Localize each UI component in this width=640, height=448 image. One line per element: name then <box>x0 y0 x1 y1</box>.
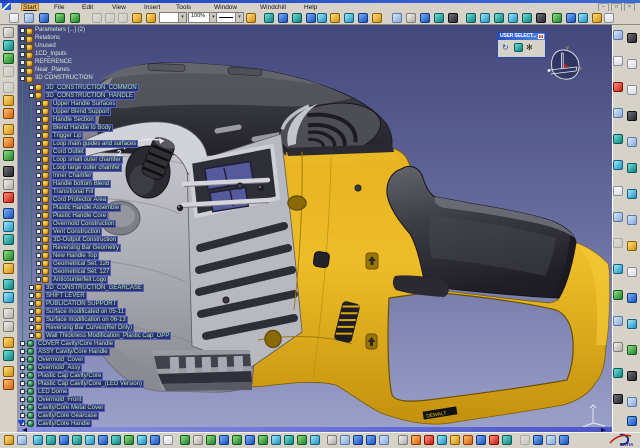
svg-text:CATIA: CATIA <box>620 442 634 447</box>
svg-text:y: y <box>566 45 569 51</box>
svg-text:x: x <box>579 66 582 72</box>
